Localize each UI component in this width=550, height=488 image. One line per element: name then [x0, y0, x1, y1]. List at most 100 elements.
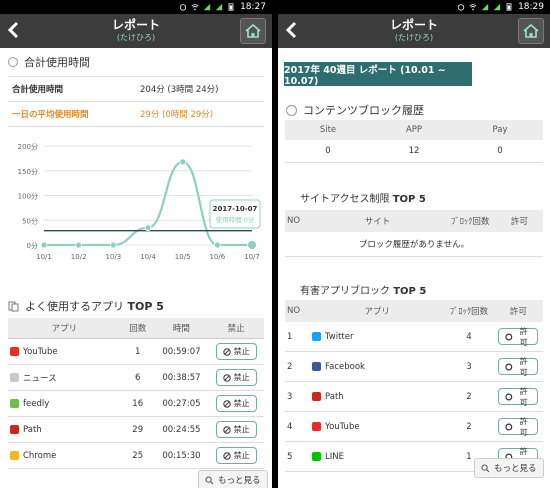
row-number: 1	[285, 322, 310, 352]
prohibit-icon	[222, 425, 231, 434]
block-button-label: 禁止	[233, 425, 250, 434]
signal-icon	[493, 3, 501, 11]
allow-button[interactable]: 許可	[498, 416, 539, 437]
table-row: feedly 16 00:27:05 禁止	[8, 390, 264, 417]
table-row: YouTube 1 00:59:07 禁止	[8, 338, 264, 365]
x-tick-label: 10/2	[71, 253, 87, 261]
battery-icon	[228, 3, 234, 11]
y-tick-label: 200分	[18, 142, 38, 151]
block-button[interactable]: 禁止	[215, 343, 257, 360]
content-block-table: Site APP Pay 0 12 0	[285, 120, 543, 163]
allow-button-label: 許可	[519, 386, 528, 407]
app-time: 00:59:07	[154, 338, 209, 365]
alarm-icon	[179, 4, 187, 11]
y-tick-label: 100分	[18, 192, 38, 201]
home-button[interactable]	[240, 18, 266, 44]
table-row: 0 12 0	[285, 140, 543, 163]
app-cell: Twitter	[310, 322, 445, 352]
col-block-count: ﾌﾞﾛｯｸ回数	[444, 300, 494, 322]
app-count: 1	[120, 338, 155, 365]
summary-row: 合計使用時間 204分 (3時間 24分)	[8, 76, 264, 102]
block-cell: 禁止	[208, 416, 264, 443]
data-point	[40, 241, 48, 249]
block-count: 2	[444, 381, 494, 412]
app-name: ニュース	[23, 373, 57, 384]
usage-line-chart: 200分 150分 100分 50分 0分 10/1 10/2 10/3 10/4 10/5 10/…	[18, 142, 261, 261]
page-title: レポート	[389, 18, 438, 32]
app-count: 16	[120, 390, 155, 417]
status-time: 18:27	[240, 2, 266, 12]
wifi-icon	[191, 4, 199, 11]
search-icon	[205, 476, 214, 484]
site-access-table: NO サイト ﾌﾞﾛｯｸ回数 許可 ブロック履歴がありません。	[285, 210, 543, 257]
path-icon	[10, 425, 19, 434]
table-row: Chrome 25 00:15:30 禁止	[8, 442, 264, 469]
col-site: Site	[285, 120, 372, 140]
app-count: 29	[120, 416, 155, 443]
pay-count: 0	[457, 140, 543, 163]
app-time: 00:24:55	[154, 416, 209, 443]
more-button-label: もっと見る	[494, 464, 537, 474]
x-tick-label: 10/3	[105, 253, 121, 261]
summary-value: 29分 (0時間 29分)	[136, 101, 264, 127]
table-header-row: NO サイト ﾌﾞﾛｯｸ回数 許可	[285, 210, 543, 232]
home-icon	[523, 24, 539, 38]
chrome-icon	[10, 451, 19, 460]
summary-label: 一日の平均使用時間	[8, 101, 136, 127]
app-name: Chrome	[23, 450, 57, 461]
twitter-icon	[312, 332, 321, 341]
allow-button-label: 許可	[519, 416, 528, 437]
app-cell: LINE	[310, 441, 445, 472]
table-row: ニュース 6 00:38:57 禁止	[8, 364, 264, 391]
data-point	[247, 240, 257, 250]
allow-cell: 許可	[493, 381, 543, 412]
app-cell: Path	[310, 381, 445, 412]
row-number: 5	[285, 441, 310, 472]
status-bar: 18:29	[278, 0, 550, 14]
site-count: 0	[285, 140, 372, 163]
line-icon	[312, 452, 321, 461]
block-button[interactable]: 禁止	[215, 447, 257, 464]
allow-button[interactable]: 許可	[498, 356, 539, 377]
x-tick-label: 10/5	[175, 253, 191, 261]
block-button[interactable]: 禁止	[215, 421, 257, 438]
app-cell: ニュース	[8, 364, 121, 391]
x-tick-label: 10/7	[244, 253, 260, 261]
app-name: Twitter	[325, 331, 354, 342]
app-name: Path	[23, 424, 42, 435]
row-number: 2	[285, 351, 310, 382]
prohibit-icon	[222, 373, 231, 382]
report-screen-left: 18:27 レポート (たけひろ) 合計使用時間 合計使用時間 204分 (3時…	[0, 0, 272, 488]
app-title-block: レポート (たけひろ)	[278, 18, 550, 43]
allow-button[interactable]: 許可	[498, 386, 539, 407]
allow-cell: 許可	[493, 351, 543, 382]
prohibit-icon	[222, 399, 231, 408]
signal-icon	[481, 3, 489, 11]
more-button[interactable]: もっと見る	[198, 470, 268, 488]
circle-icon	[505, 423, 513, 430]
more-button[interactable]: もっと見る	[474, 458, 544, 478]
col-app: アプリ	[8, 318, 121, 339]
usage-summary-table: 合計使用時間 204分 (3時間 24分) 一日の平均使用時間 29分 (0時間…	[8, 76, 264, 127]
table-header-row: Site APP Pay	[285, 120, 543, 140]
youtube-icon	[312, 422, 321, 431]
block-button[interactable]: 禁止	[215, 395, 257, 412]
prohibit-icon	[222, 347, 231, 356]
allow-button[interactable]: 許可	[498, 327, 539, 347]
wifi-icon	[469, 4, 477, 11]
app-name: Path	[325, 391, 344, 402]
block-button[interactable]: 禁止	[215, 369, 257, 386]
block-button-label: 禁止	[233, 347, 250, 356]
clock-icon	[8, 57, 18, 67]
feedly-icon	[10, 399, 19, 408]
empty-message: ブロック履歴がありません。	[285, 232, 543, 257]
allow-button-label: 許可	[519, 356, 528, 377]
block-count: 4	[444, 322, 494, 352]
block-cell: 禁止	[208, 390, 264, 417]
block-button-label: 禁止	[233, 451, 250, 460]
app-count: 6	[120, 364, 155, 391]
report-icon	[286, 104, 297, 116]
col-pay: Pay	[457, 120, 543, 140]
data-point	[75, 241, 83, 249]
home-button[interactable]	[518, 18, 544, 44]
